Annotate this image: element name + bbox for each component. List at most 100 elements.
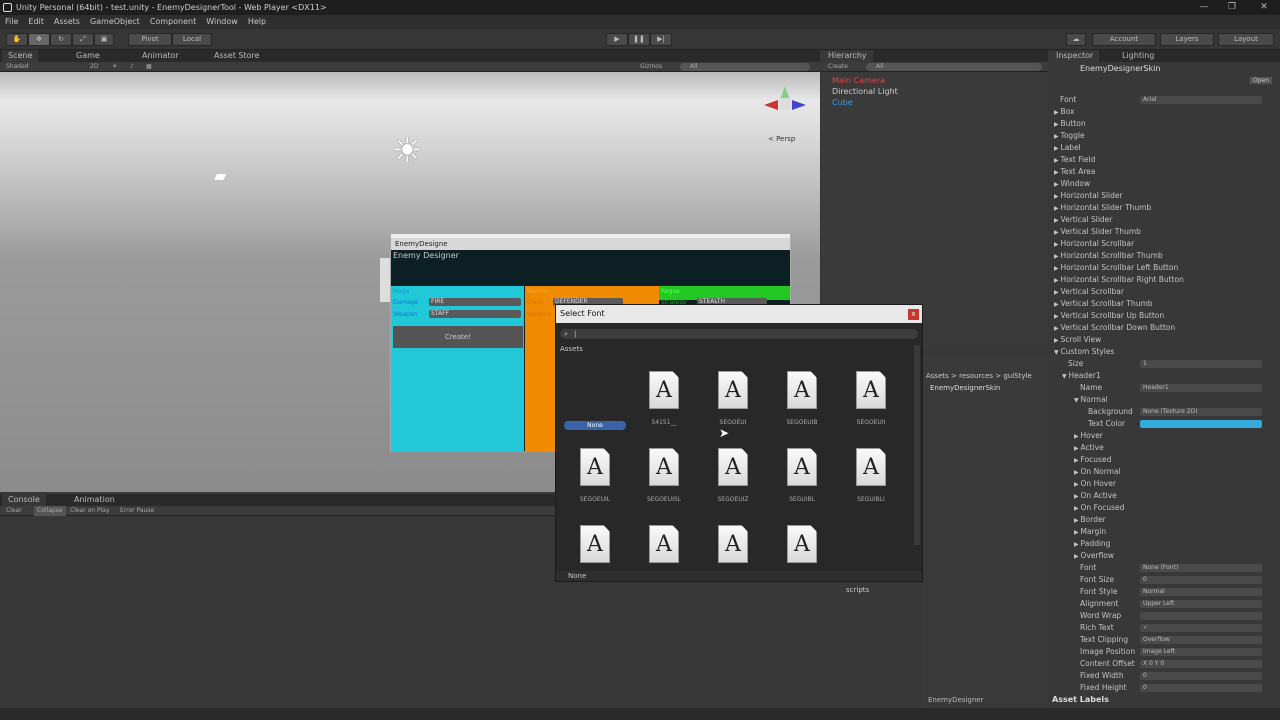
tab-console[interactable]: Console <box>2 494 46 506</box>
tab-game[interactable]: Game <box>70 50 106 62</box>
dialog-close-button[interactable]: x <box>908 309 919 320</box>
inspector-row[interactable]: ▶ Text Field <box>1050 154 1278 166</box>
inspector-row[interactable]: ▶ Horizontal Slider <box>1050 190 1278 202</box>
inspector-row[interactable]: ▶ Text Area <box>1050 166 1278 178</box>
inspector-row[interactable]: Name Header1 <box>1050 382 1278 394</box>
inspector-row[interactable]: ▶ Vertical Scrollbar Up Button <box>1050 310 1278 322</box>
hierarchy-item-directional-light[interactable]: Directional Light <box>832 86 898 97</box>
inspector-row[interactable]: ▶ Vertical Scrollbar <box>1050 286 1278 298</box>
console-clear-button[interactable]: Clear <box>6 506 22 516</box>
menu-help[interactable]: Help <box>243 15 271 29</box>
console-collapse-toggle[interactable]: Collapse <box>34 506 66 516</box>
menu-component[interactable]: Component <box>145 15 201 29</box>
cloud-icon[interactable]: ☁ <box>1066 33 1086 46</box>
project-asset-item[interactable]: EnemyDesignerSkin <box>930 384 1000 392</box>
font-item[interactable]: None <box>564 371 626 433</box>
menu-edit[interactable]: Edit <box>23 15 49 29</box>
lighting-toggle-icon[interactable]: ☀ <box>112 62 117 72</box>
inspector-row[interactable]: ▶ Vertical Scrollbar Thumb <box>1050 298 1278 310</box>
font-item[interactable]: A 54151__ <box>633 371 695 433</box>
close-icon[interactable]: ✕ <box>1250 0 1278 15</box>
inspector-row-value[interactable]: 0 <box>1140 684 1262 692</box>
hierarchy-create-button[interactable]: Create <box>828 62 848 72</box>
hand-tool-icon[interactable]: ✋ <box>6 33 28 46</box>
tab-hierarchy[interactable]: Hierarchy <box>822 50 873 62</box>
inspector-row[interactable]: ▶ Box <box>1050 106 1278 118</box>
tab-animator[interactable]: Animator <box>136 50 185 62</box>
inspector-row[interactable]: ▼ Header1 <box>1050 370 1278 382</box>
move-tool-icon[interactable]: ✥ <box>28 33 50 46</box>
maximize-icon[interactable]: ❐ <box>1218 0 1246 15</box>
inspector-open-button[interactable]: Open <box>1250 77 1273 84</box>
layout-dropdown[interactable]: Layout <box>1218 33 1274 46</box>
inspector-row[interactable]: Rich Text ✓ <box>1050 622 1278 634</box>
inspector-row[interactable]: ▶ Horizontal Scrollbar Right Button <box>1050 274 1278 286</box>
gizmos-dropdown[interactable]: Gizmos <box>640 62 662 72</box>
inspector-row[interactable]: ▶ On Hover <box>1050 478 1278 490</box>
font-item[interactable]: A SEGOEUISL <box>633 448 695 510</box>
inspector-row[interactable]: Size 1 <box>1050 358 1278 370</box>
project-breadcrumb[interactable]: Assets > resources > guiStyle <box>926 372 1048 380</box>
audio-toggle-icon[interactable]: ♪ <box>130 62 134 72</box>
inspector-row[interactable]: Text Clipping Overflow <box>1050 634 1278 646</box>
inspector-row[interactable]: Alignment Upper Left <box>1050 598 1278 610</box>
shaded-dropdown[interactable]: Shaded <box>6 62 29 72</box>
inspector-row[interactable]: ▶ Label <box>1050 142 1278 154</box>
inspector-row-value[interactable]: None (Font) <box>1140 564 1262 572</box>
inspector-row[interactable]: ▶ On Focused <box>1050 502 1278 514</box>
inspector-row-value[interactable]: Normal <box>1140 588 1262 596</box>
font-item[interactable]: A SEGOEUIB <box>771 371 833 433</box>
inspector-row-value[interactable]: Header1 <box>1140 384 1262 392</box>
minimize-icon[interactable]: — <box>1190 0 1218 15</box>
inspector-row[interactable]: ▶ Overflow <box>1050 550 1278 562</box>
rotate-tool-icon[interactable]: ↻ <box>50 33 72 46</box>
persp-label[interactable]: < Persp <box>768 135 795 143</box>
inspector-row[interactable]: Font Style Normal <box>1050 586 1278 598</box>
scale-tool-icon[interactable]: ⤢ <box>72 33 94 46</box>
font-item[interactable]: A SEGOEUII <box>840 371 902 433</box>
select-font-dialog[interactable]: Select Font x | ⌕ Assets None A 54151__ A SE… <box>555 304 923 582</box>
menu-file[interactable]: File <box>0 15 23 29</box>
inspector-row[interactable]: ▶ Margin <box>1050 526 1278 538</box>
inspector-row[interactable]: ▶ Hover <box>1050 430 1278 442</box>
font-item[interactable]: A SEGUIBL <box>771 448 833 510</box>
menu-gameobject[interactable]: GameObject <box>85 15 145 29</box>
inspector-row[interactable]: ▶ On Active <box>1050 490 1278 502</box>
step-icon[interactable]: ▶| <box>650 33 672 46</box>
inspector-row[interactable]: ▶ Horizontal Scrollbar <box>1050 238 1278 250</box>
inspector-row[interactable]: ▶ Padding <box>1050 538 1278 550</box>
inspector-row[interactable]: ▶ Vertical Slider <box>1050 214 1278 226</box>
create-button[interactable]: Create! <box>393 326 523 348</box>
inspector-row[interactable]: ▶ Active <box>1050 442 1278 454</box>
play-icon[interactable]: ▶ <box>606 33 628 46</box>
inspector-row-value[interactable]: 0 <box>1140 576 1262 584</box>
font-item[interactable]: A SEGOEUI <box>702 371 764 433</box>
pause-icon[interactable]: ❚❚ <box>628 33 650 46</box>
orientation-gizmo-icon[interactable] <box>760 84 812 124</box>
scripts-folder[interactable]: scripts <box>846 586 869 594</box>
inspector-row[interactable]: ▶ Horizontal Scrollbar Thumb <box>1050 250 1278 262</box>
inspector-row[interactable]: ▶ Border <box>1050 514 1278 526</box>
inspector-row-value[interactable]: Upper Left <box>1140 600 1262 608</box>
2d-toggle[interactable]: 2D <box>90 62 98 72</box>
clear-on-play-toggle[interactable]: Clear on Play <box>70 506 110 516</box>
inspector-row-value[interactable]: 0 <box>1140 672 1262 680</box>
inspector-row[interactable]: ▶ Horizontal Scrollbar Left Button <box>1050 262 1278 274</box>
inspector-row[interactable]: Font Size 0 <box>1050 574 1278 586</box>
inspector-row-value[interactable] <box>1140 612 1262 620</box>
hierarchy-item-cube[interactable]: Cube <box>832 97 853 108</box>
tab-asset-store[interactable]: Asset Store <box>208 50 266 62</box>
inspector-row-value[interactable]: 1 <box>1140 360 1262 368</box>
inspector-row[interactable]: Fixed Height 0 <box>1050 682 1278 694</box>
error-pause-toggle[interactable]: Error Pause <box>120 506 154 516</box>
camera-gizmo-icon[interactable]: ▰ <box>214 168 234 184</box>
tab-animation[interactable]: Animation <box>68 494 121 506</box>
inspector-row[interactable]: Content Offset X 0 Y 0 <box>1050 658 1278 670</box>
mage-weapon-select[interactable]: STAFF <box>429 310 521 318</box>
inspector-row[interactable]: ▶ Vertical Slider Thumb <box>1050 226 1278 238</box>
tab-lighting[interactable]: Lighting <box>1116 50 1160 62</box>
inspector-row[interactable]: ▶ Vertical Scrollbar Down Button <box>1050 322 1278 334</box>
menu-assets[interactable]: Assets <box>49 15 85 29</box>
hierarchy-item-main-camera[interactable]: Main Camera <box>832 75 885 86</box>
inspector-row[interactable]: Font None (Font) <box>1050 562 1278 574</box>
